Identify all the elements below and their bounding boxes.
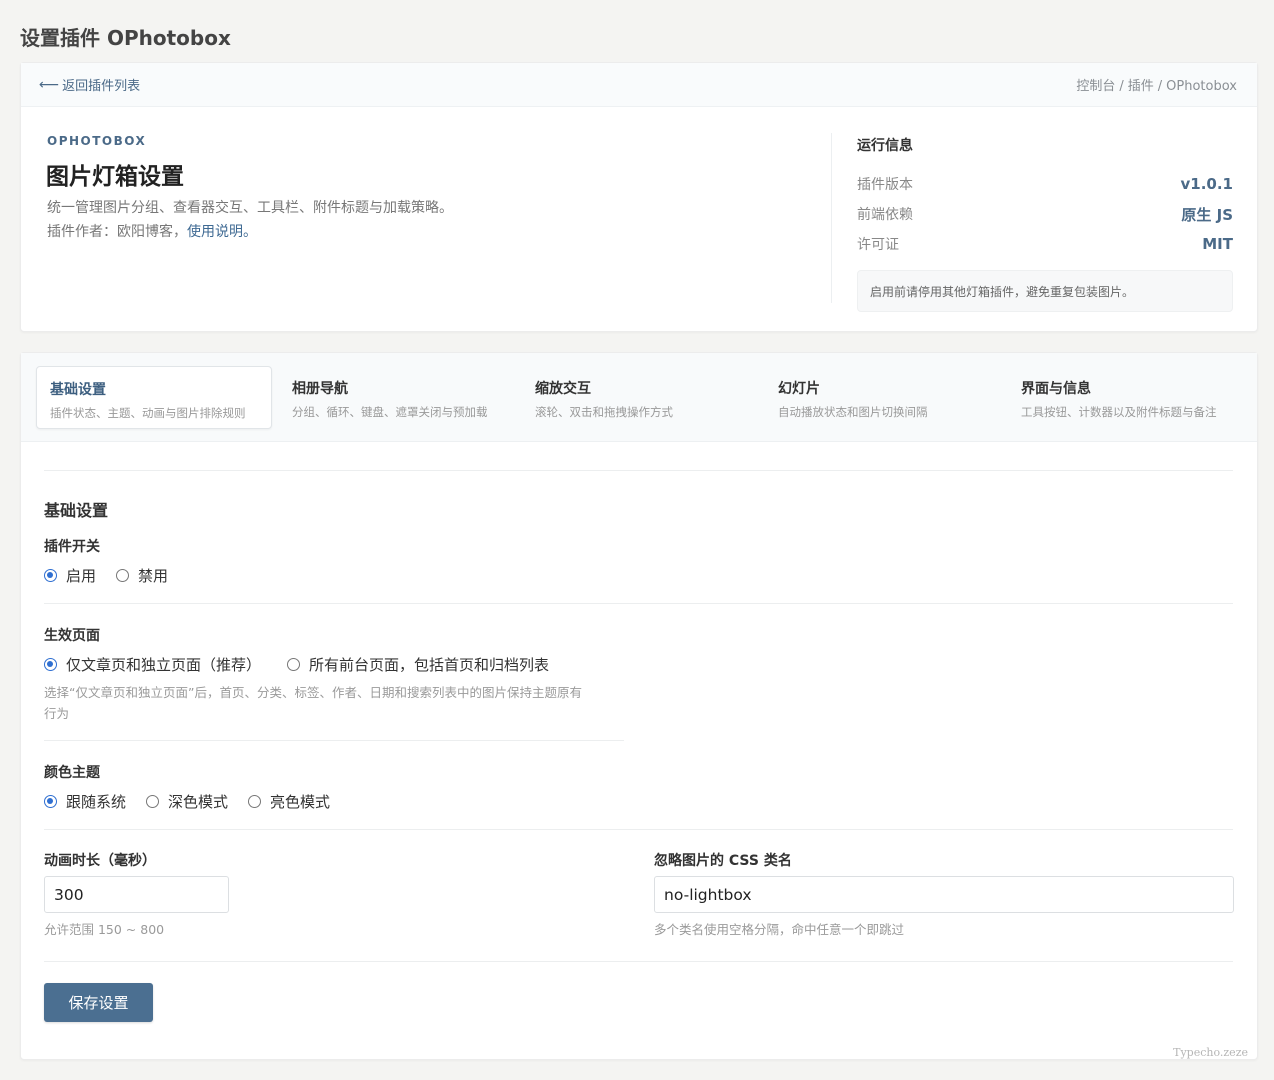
runtime-key: 插件版本 <box>857 177 913 193</box>
runtime-row-license: 许可证 MIT <box>857 229 1233 259</box>
tab-zoom[interactable]: 缩放交互 滚轮、双击和拖拽操作方式 <box>522 366 758 429</box>
radio-checked-icon <box>44 569 57 582</box>
plugin-info-card: ⟵ 返回插件列表 控制台 / 插件 / OPhotobox OPHOTOBOX 图片灯箱… <box>20 62 1258 332</box>
hint-line: 行为 <box>44 706 70 721</box>
radio-all-pages[interactable]: 所有前台页面，包括首页和归档列表 <box>287 654 549 675</box>
save-button[interactable]: 保存设置 <box>44 983 153 1022</box>
runtime-info: 运行信息 插件版本 v1.0.1 前端依赖 原生 JS 许可证 MIT 启用前请… <box>857 135 1233 312</box>
radio-follow-system[interactable]: 跟随系统 <box>44 791 126 812</box>
divider <box>44 829 1233 830</box>
card-topbar: ⟵ 返回插件列表 控制台 / 插件 / OPhotobox <box>21 63 1257 107</box>
field-label-switch: 插件开关 <box>44 539 100 555</box>
duration-hint: 允许范围 150 ~ 800 <box>44 922 165 937</box>
radio-unchecked-icon <box>146 795 160 808</box>
radio-posts-only[interactable]: 仅文章页和独立页面（推荐） <box>44 654 261 675</box>
page-title: 设置插件 OPhotobox <box>20 26 231 50</box>
divider <box>44 603 1233 604</box>
tab-subtitle: 分组、循环、键盘、遮罩关闭与预加载 <box>292 405 488 419</box>
ignore-class-hint: 多个类名使用空格分隔，命中任意一个即跳过 <box>654 922 905 937</box>
radio-disable[interactable]: 禁用 <box>116 565 168 586</box>
tab-label: 缩放交互 <box>535 381 591 397</box>
tab-label: 相册导航 <box>292 381 348 397</box>
runtime-value: 原生 JS <box>1181 205 1233 224</box>
tab-subtitle: 自动播放状态和图片切换间隔 <box>778 405 928 419</box>
field-label-ignore-class: 忽略图片的 CSS 类名 <box>654 853 792 869</box>
tab-basic[interactable]: 基础设置 插件状态、主题、动画与图片排除规则 <box>36 366 272 429</box>
divider <box>44 961 1233 962</box>
radio-label: 亮色模式 <box>270 793 331 811</box>
plugin-eyebrow: OPHOTOBOX <box>47 134 147 148</box>
radio-unchecked-icon <box>287 658 301 671</box>
runtime-key: 前端依赖 <box>857 207 913 223</box>
plugin-author: 插件作者：欧阳博客，使用说明。 <box>47 221 257 241</box>
radio-checked-icon <box>44 658 57 671</box>
breadcrumb-item-dashboard[interactable]: 控制台 <box>1076 79 1115 94</box>
plugin-heading: 图片灯箱设置 <box>46 164 184 190</box>
radio-label: 跟随系统 <box>66 793 127 811</box>
tab-label: 界面与信息 <box>1021 381 1091 397</box>
runtime-notice: 启用前请停用其他灯箱插件，避免重复包装图片。 <box>857 270 1233 312</box>
breadcrumb: 控制台 / 插件 / OPhotobox <box>1076 79 1237 94</box>
radio-unchecked-icon <box>116 569 130 582</box>
radio-unchecked-icon <box>248 795 262 808</box>
runtime-key: 许可证 <box>857 237 899 253</box>
radio-label: 禁用 <box>138 567 169 585</box>
divider <box>44 470 1233 471</box>
runtime-row-version: 插件版本 v1.0.1 <box>857 169 1233 199</box>
radio-label: 仅文章页和独立页面（推荐） <box>66 656 262 674</box>
switch-radio-group: 启用 禁用 <box>44 565 188 586</box>
theme-radio-group: 跟随系统 深色模式 亮色模式 <box>44 791 350 812</box>
settings-card: 基础设置 插件状态、主题、动画与图片排除规则 相册导航 分组、循环、键盘、遮罩关… <box>20 352 1258 1060</box>
back-link-label: 返回插件列表 <box>62 79 141 94</box>
field-label-theme: 颜色主题 <box>44 765 100 781</box>
runtime-row-dependency: 前端依赖 原生 JS <box>857 199 1233 229</box>
radio-checked-icon <box>44 795 57 808</box>
tab-subtitle: 工具按钮、计数器以及附件标题与备注 <box>1021 405 1217 419</box>
ignore-class-input[interactable] <box>654 876 1234 913</box>
author-text: 插件作者：欧阳博客， <box>47 224 187 240</box>
section-title: 基础设置 <box>44 501 109 520</box>
settings-tabs: 基础设置 插件状态、主题、动画与图片排除规则 相册导航 分组、循环、键盘、遮罩关… <box>21 353 1257 442</box>
scope-hint: 选择“仅文章页和独立页面”后，首页、分类、标签、作者、日期和搜索列表中的图片保持… <box>44 682 644 724</box>
scope-radio-group: 仅文章页和独立页面（推荐） 所有前台页面，包括首页和归档列表 <box>44 654 569 675</box>
breadcrumb-item-current: OPhotobox <box>1166 79 1237 94</box>
radio-enable[interactable]: 启用 <box>44 565 96 586</box>
radio-light-mode[interactable]: 亮色模式 <box>248 791 330 812</box>
back-to-plugins-link[interactable]: ⟵ 返回插件列表 <box>39 75 141 95</box>
field-label-duration: 动画时长（毫秒） <box>44 853 156 869</box>
runtime-title: 运行信息 <box>857 138 913 154</box>
radio-label: 所有前台页面，包括首页和归档列表 <box>309 656 550 674</box>
footer-brand: Typecho.zeze <box>1173 1046 1248 1059</box>
divider <box>831 133 832 303</box>
hint-line: 选择“仅文章页和独立页面”后，首页、分类、标签、作者、日期和搜索列表中的图片保持… <box>44 685 582 700</box>
arrow-left-icon: ⟵ <box>39 76 60 93</box>
runtime-value: v1.0.1 <box>1180 175 1234 193</box>
runtime-value: MIT <box>1202 235 1233 253</box>
tab-label: 基础设置 <box>50 382 106 398</box>
breadcrumb-item-plugins[interactable]: 插件 <box>1128 79 1154 94</box>
divider <box>44 740 624 741</box>
usage-link[interactable]: 使用说明。 <box>187 224 257 240</box>
tab-slideshow[interactable]: 幻灯片 自动播放状态和图片切换间隔 <box>765 366 1001 429</box>
tab-label: 幻灯片 <box>778 381 820 397</box>
duration-input[interactable] <box>44 876 229 913</box>
tab-subtitle: 插件状态、主题、动画与图片排除规则 <box>50 406 246 420</box>
tab-interface[interactable]: 界面与信息 工具按钮、计数器以及附件标题与备注 <box>1008 366 1244 429</box>
radio-label: 深色模式 <box>168 793 229 811</box>
tab-subtitle: 滚轮、双击和拖拽操作方式 <box>535 405 673 419</box>
field-label-scope: 生效页面 <box>44 628 100 644</box>
radio-dark-mode[interactable]: 深色模式 <box>146 791 228 812</box>
tab-album-nav[interactable]: 相册导航 分组、循环、键盘、遮罩关闭与预加载 <box>279 366 515 429</box>
radio-label: 启用 <box>66 567 97 585</box>
plugin-description: 统一管理图片分组、查看器交互、工具栏、附件标题与加载策略。 <box>47 200 453 216</box>
